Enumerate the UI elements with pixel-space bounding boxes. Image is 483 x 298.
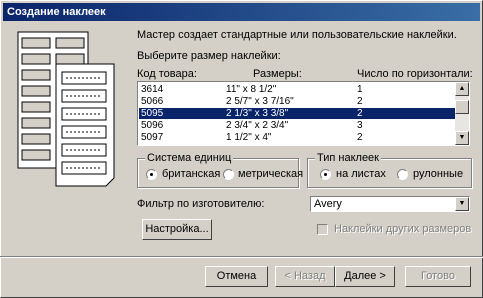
cell-count: 2 <box>357 96 363 107</box>
scroll-down-icon[interactable]: ▼ <box>455 131 469 145</box>
finish-button[interactable]: Готово <box>405 266 471 287</box>
cell-count: 2 <box>357 132 363 143</box>
units-group-title: Система единиц <box>145 152 234 164</box>
cell-size: 1 1/2" x 4" <box>226 132 272 143</box>
cell-size: 2 5/7" x 3 7/16" <box>226 96 294 107</box>
manufacturer-filter-select[interactable]: Avery ▼ <box>310 196 470 212</box>
units-label-british: британская <box>162 168 221 180</box>
cancel-button[interactable]: Отмена <box>205 266 268 287</box>
list-row[interactable]: 5097 1 1/2" x 4" 2 <box>139 132 456 143</box>
cell-count: 1 <box>357 84 363 95</box>
choose-size-label: Выберите размер наклейки: <box>137 50 281 62</box>
footer-divider <box>0 256 483 258</box>
units-label-metric: метрическая <box>238 168 304 180</box>
labels-illustration-icon <box>17 31 115 187</box>
cell-code: 5096 <box>141 120 164 131</box>
back-button[interactable]: < Назад <box>275 266 335 287</box>
customize-button[interactable]: Настройка... <box>142 219 212 240</box>
type-label-sheets: на листах <box>336 168 386 180</box>
list-row[interactable]: 3614 11" x 8 1/2" 1 <box>139 84 456 95</box>
cell-size: 2 1/3" x 3 3/8" <box>226 108 289 119</box>
chevron-down-icon[interactable]: ▼ <box>455 197 469 211</box>
scroll-up-icon[interactable]: ▲ <box>455 82 469 96</box>
cell-count: 3 <box>357 120 363 131</box>
cell-code: 5095 <box>141 108 164 119</box>
list-row[interactable]: 5096 2 3/4" x 2 3/4" 3 <box>139 120 456 131</box>
scroll-thumb[interactable] <box>455 100 469 114</box>
list-row-selected[interactable]: 5095 2 1/3" x 3 3/8" 2 <box>139 108 456 119</box>
units-radio-british[interactable] <box>146 169 157 180</box>
cell-size: 11" x 8 1/2" <box>226 84 277 95</box>
column-header-size: Размеры: <box>253 68 302 80</box>
type-group-title: Тип наклеек <box>315 152 381 164</box>
other-sizes-label: Наклейки других размеров <box>334 223 472 235</box>
units-radio-metric[interactable] <box>223 169 234 180</box>
title-bar: Создание наклеек <box>3 3 480 21</box>
other-sizes-checkbox[interactable] <box>317 224 328 235</box>
filter-label: Фильтр по изготовителю: <box>137 198 265 210</box>
column-header-code: Код товара: <box>137 68 197 80</box>
cell-code: 3614 <box>141 84 164 95</box>
next-button[interactable]: Далее > <box>335 266 395 287</box>
cell-size: 2 3/4" x 2 3/4" <box>226 120 289 131</box>
cell-code: 5066 <box>141 96 164 107</box>
column-header-count: Число по горизонтали: <box>357 68 473 80</box>
filter-value: Avery <box>314 198 342 210</box>
cell-count: 2 <box>357 108 363 119</box>
type-radio-rolls[interactable] <box>397 169 408 180</box>
type-label-rolls: рулонные <box>413 168 464 180</box>
units-group: Система единиц британская метрическая <box>137 152 303 188</box>
list-row[interactable]: 5066 2 5/7" x 3 7/16" 2 <box>139 96 456 107</box>
type-group: Тип наклеек на листах рулонные <box>307 152 472 188</box>
cell-code: 5097 <box>141 132 164 143</box>
intro-text: Мастер создает стандартные или пользоват… <box>137 29 457 41</box>
type-radio-sheets[interactable] <box>320 169 331 180</box>
label-size-list[interactable]: 3614 11" x 8 1/2" 1 5066 2 5/7" x 3 7/16… <box>137 81 470 146</box>
list-scrollbar[interactable]: ▲ ▼ <box>455 82 469 145</box>
